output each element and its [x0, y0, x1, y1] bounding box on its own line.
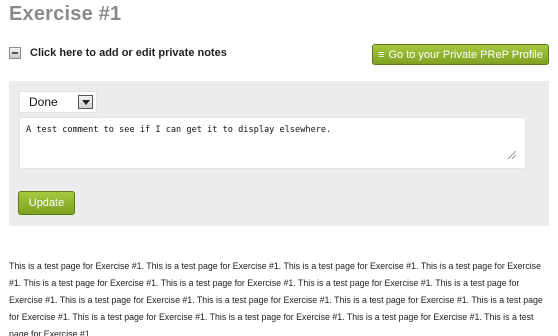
- status-select-value: Done: [29, 95, 58, 109]
- collapse-icon[interactable]: [9, 47, 21, 59]
- profile-button-label: Go to your Private PReP Profile: [388, 48, 543, 61]
- comment-textarea[interactable]: A test comment to see if I can get it to…: [19, 117, 526, 169]
- chevron-down-icon[interactable]: [78, 95, 93, 109]
- status-select[interactable]: Done: [19, 91, 97, 113]
- page-title: Exercise #1: [9, 3, 122, 25]
- body-paragraph: This is a test page for Exercise #1. Thi…: [9, 261, 543, 336]
- list-icon: ≡: [378, 48, 385, 61]
- private-notes-label[interactable]: Click here to add or edit private notes: [30, 47, 227, 59]
- resize-handle-icon[interactable]: [508, 151, 516, 159]
- page-body: This is a test page for Exercise #1. Thi…: [9, 258, 549, 336]
- comment-text: A test comment to see if I can get it to…: [26, 125, 332, 135]
- private-profile-button[interactable]: ≡ Go to your Private PReP Profile: [372, 44, 549, 65]
- private-notes-toggle[interactable]: Click here to add or edit private notes: [9, 47, 227, 59]
- private-notes-panel: Done A test comment to see if I can get …: [9, 81, 549, 226]
- update-button[interactable]: Update: [18, 191, 75, 215]
